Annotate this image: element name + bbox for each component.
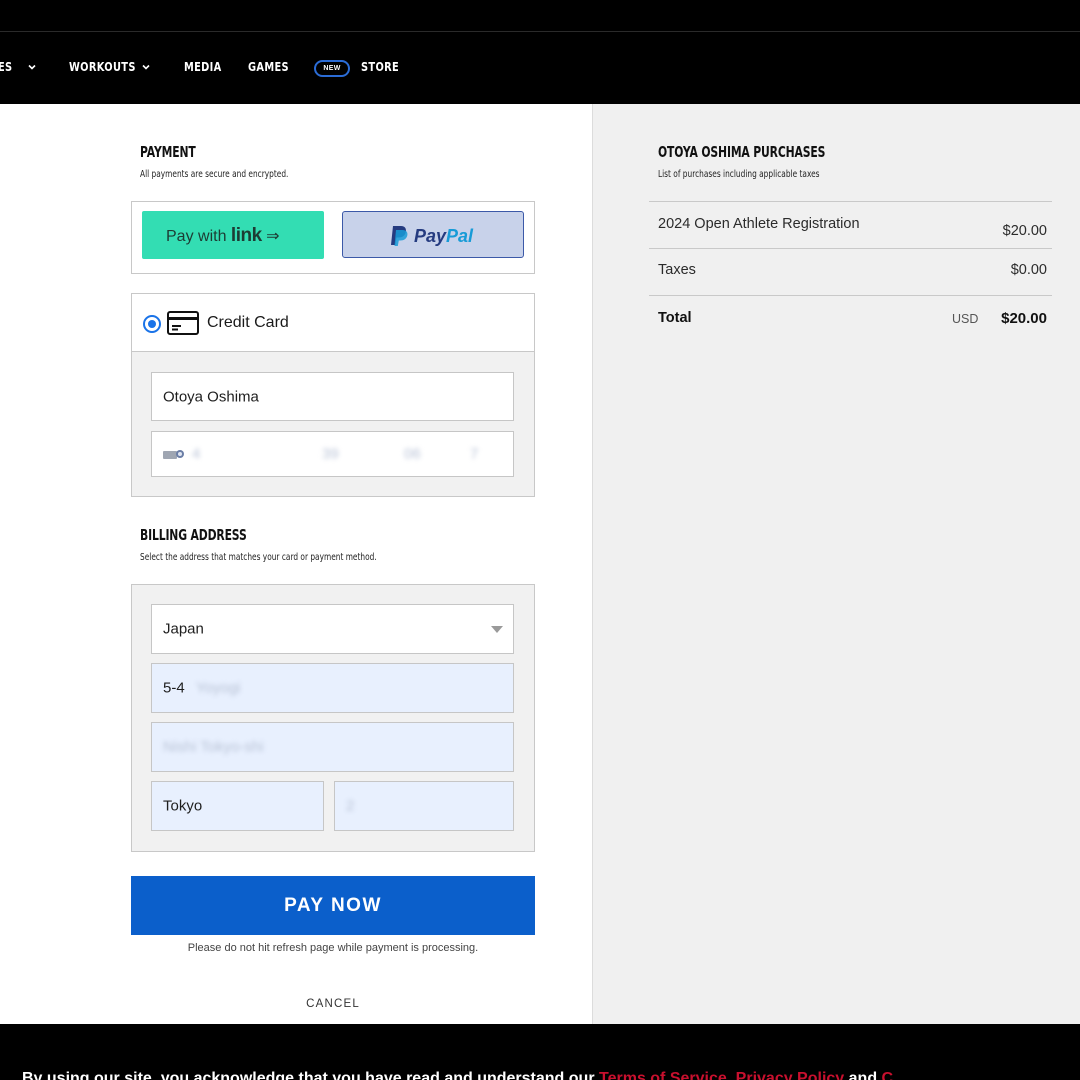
cancel-link[interactable]: CANCEL <box>131 998 535 1010</box>
taxes-value: $0.00 <box>1010 262 1047 278</box>
chevron-down-icon[interactable] <box>141 62 151 72</box>
divider <box>649 248 1052 249</box>
paypal-logo-icon <box>389 225 409 252</box>
postal-code-field[interactable]: 2 <box>334 781 514 831</box>
credit-card-radio[interactable] <box>143 315 161 333</box>
currency-code: USD <box>952 312 979 326</box>
credit-card-label: Credit Card <box>207 314 289 331</box>
footer-link-partial[interactable]: C <box>882 1070 894 1080</box>
country-value: Japan <box>163 620 204 638</box>
nav-item-partial[interactable]: ES <box>0 60 12 74</box>
browser-top-bar <box>0 0 1080 32</box>
footer-and: and <box>848 1070 878 1080</box>
nav-item-media[interactable]: MEDIA <box>184 60 222 74</box>
divider <box>649 295 1052 296</box>
city-field[interactable]: Tokyo <box>151 781 324 831</box>
top-nav: ES WORKOUTS MEDIA GAMES NEW STORE <box>0 33 1080 104</box>
paypal-button[interactable]: PayPal <box>342 211 524 258</box>
postal-code-value: 2 <box>346 797 355 815</box>
nav-item-store[interactable]: STORE <box>361 60 399 74</box>
nav-item-workouts[interactable]: WORKOUTS <box>69 60 136 74</box>
name-on-card-value: Otoya Oshima <box>163 388 259 405</box>
address-line2-field[interactable]: Nishi Tokyo-shi <box>151 722 514 772</box>
address-line1-blurred: Yoyogi <box>196 679 241 697</box>
address-line1-field[interactable]: 5-4 Yoyogi <box>151 663 514 713</box>
address-line1-value: 5-4 <box>163 679 185 697</box>
summary-heading: OTOYA OSHIMA PURCHASES <box>658 143 826 161</box>
terms-link[interactable]: Terms of Service <box>599 1070 727 1080</box>
footer-consent-text: By using our site, you acknowledge that … <box>22 1070 893 1080</box>
pay-with-link-button[interactable]: Pay with link ⇒ <box>142 211 324 259</box>
card-number-value: 4 <box>192 445 201 463</box>
taxes-label: Taxes <box>658 262 696 278</box>
country-select[interactable]: Japan <box>151 604 514 654</box>
paypal-wordmark: PayPal <box>414 226 474 246</box>
name-on-card-field[interactable]: Otoya Oshima <box>151 372 514 421</box>
divider <box>649 201 1052 202</box>
footer: By using our site, you acknowledge that … <box>0 1024 1080 1080</box>
credit-card-icon <box>167 311 199 340</box>
new-badge: NEW <box>314 60 350 77</box>
card-expiry-value: 06 <box>404 445 421 463</box>
billing-subtext: Select the address that matches your car… <box>140 552 377 563</box>
total-value: $20.00 <box>1001 310 1047 327</box>
processing-note: Please do not hit refresh page while pay… <box>187 942 479 954</box>
card-number-field[interactable]: 4 39 06 7 <box>151 431 514 477</box>
total-label: Total <box>658 310 692 326</box>
summary-subtext: List of purchases including applicable t… <box>658 169 820 180</box>
link-brand: link <box>230 225 262 246</box>
line-item-label: 2024 Open Athlete Registration <box>658 216 860 232</box>
card-number-tail: 39 <box>322 445 339 463</box>
link-prefix: Pay with <box>166 228 227 245</box>
dropdown-arrow-icon <box>491 626 503 633</box>
footer-separator: , <box>726 1070 732 1080</box>
billing-heading: BILLING ADDRESS <box>140 526 247 544</box>
address-line2-value: Nishi Tokyo-shi <box>163 738 264 756</box>
footer-text: By using our site, you acknowledge that … <box>22 1070 595 1080</box>
chevron-down-icon[interactable] <box>27 62 37 72</box>
pay-now-button[interactable]: PAY NOW <box>131 876 535 935</box>
payment-subtext: All payments are secure and encrypted. <box>140 169 289 180</box>
line-item-value: $20.00 <box>1002 223 1047 239</box>
card-brand-icon <box>163 448 185 465</box>
nav-item-games[interactable]: GAMES <box>248 60 289 74</box>
arrow-right-icon: ⇒ <box>266 228 280 245</box>
payment-heading: PAYMENT <box>140 143 196 161</box>
link-button-text: Pay with link ⇒ <box>166 225 280 247</box>
purchase-summary-panel <box>592 104 1080 1024</box>
card-cvc-value: 7 <box>470 445 479 463</box>
privacy-policy-link[interactable]: Privacy Policy <box>736 1070 845 1080</box>
city-value: Tokyo <box>163 797 203 815</box>
